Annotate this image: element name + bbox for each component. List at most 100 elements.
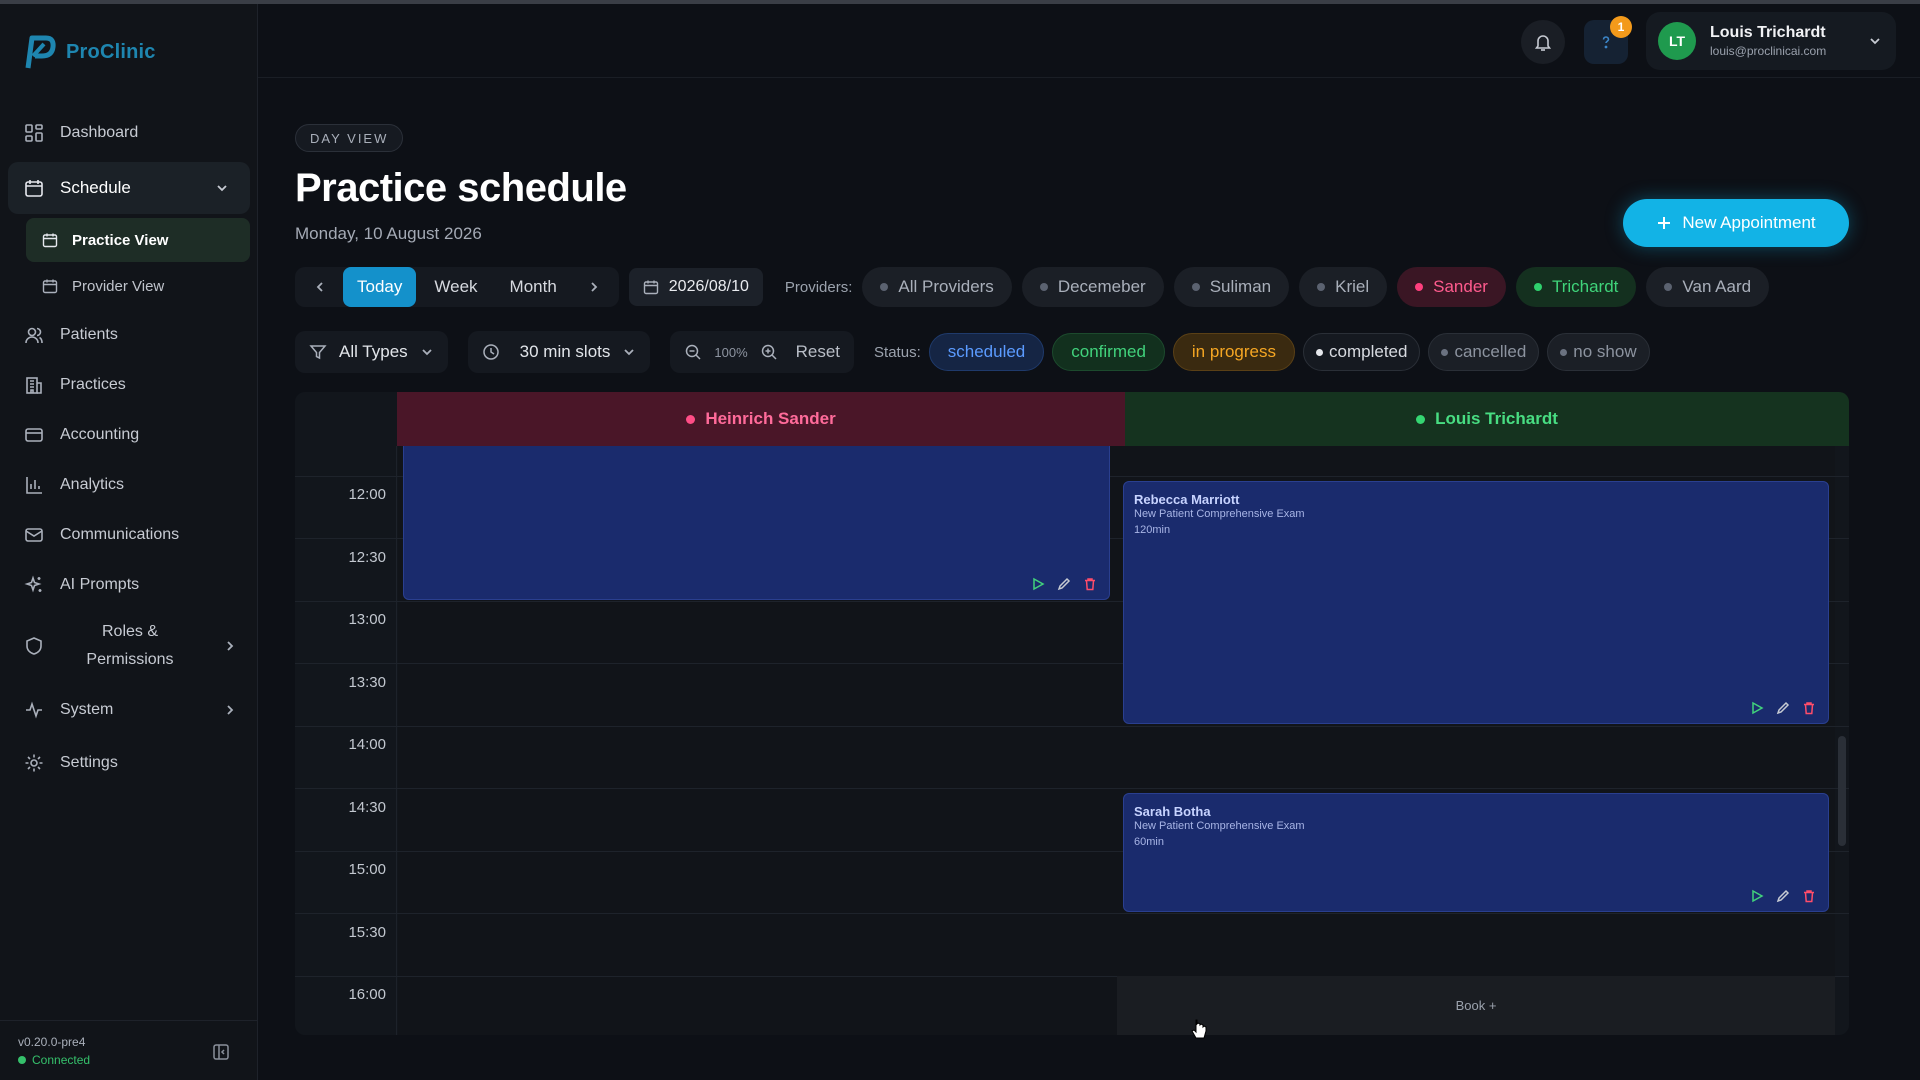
- status-filter-cancelled[interactable]: cancelled: [1428, 333, 1540, 371]
- app-logo[interactable]: ProClinic: [24, 34, 156, 70]
- slot-size-select[interactable]: 30 min slots: [467, 331, 651, 373]
- new-appointment-label: New Appointment: [1682, 213, 1816, 232]
- sidebar-item-provider-view[interactable]: Provider View: [26, 264, 250, 308]
- trash-icon[interactable]: [1802, 889, 1816, 903]
- edit-icon[interactable]: [1057, 577, 1071, 591]
- status-label-text: completed: [1329, 342, 1408, 361]
- provider-filter-sander[interactable]: Sander: [1397, 267, 1506, 307]
- zoom-in-icon[interactable]: [760, 343, 778, 361]
- provider-label: Decemeber: [1057, 277, 1146, 296]
- chevron-down-icon: [1870, 38, 1880, 45]
- edit-icon[interactable]: [1776, 889, 1790, 903]
- notifications-button[interactable]: [1521, 20, 1565, 64]
- appointment-patient: Rebecca Marriott: [1134, 492, 1240, 507]
- sidebar-item-schedule[interactable]: Schedule: [8, 162, 250, 214]
- appointment-card[interactable]: Rebecca Marriott New Patient Comprehensi…: [1123, 481, 1829, 724]
- user-email: louis@proclinicai.com: [1710, 44, 1827, 58]
- sidebar-item-accounting[interactable]: Accounting: [0, 410, 258, 460]
- filter-icon: [309, 345, 327, 360]
- sidebar-item-dashboard[interactable]: Dashboard: [0, 108, 258, 158]
- provider-label: Sander: [1433, 277, 1488, 296]
- appointment-duration: 120min: [1134, 524, 1171, 536]
- week-button[interactable]: Week: [420, 267, 491, 307]
- time-label: 14:30: [348, 799, 386, 816]
- status-dot-icon: [1316, 348, 1324, 356]
- play-icon[interactable]: [1031, 577, 1045, 591]
- time-label: 12:00: [348, 486, 386, 503]
- edit-icon[interactable]: [1776, 701, 1790, 715]
- users-icon: [25, 327, 43, 344]
- sidebar-item-label: Roles & Permissions: [60, 618, 200, 674]
- provider-filter-all[interactable]: All Providers: [862, 267, 1012, 307]
- sidebar-item-communications[interactable]: Communications: [0, 510, 258, 560]
- sidebar-item-patients[interactable]: Patients: [0, 310, 258, 360]
- chevron-down-icon: [422, 349, 432, 356]
- user-menu[interactable]: LT Louis Trichardt louis@proclinicai.com: [1646, 12, 1896, 70]
- calendar-corner: [295, 392, 397, 446]
- calendar-icon: [42, 279, 58, 294]
- time-label: 15:00: [348, 861, 386, 878]
- sidebar-item-roles-permissions[interactable]: Roles & Permissions: [0, 610, 258, 682]
- sidebar-item-label: System: [60, 701, 114, 718]
- sidebar-collapse-icon[interactable]: [212, 1043, 230, 1061]
- grid-line: [295, 726, 1849, 727]
- column-header-label: Heinrich Sander: [705, 409, 836, 428]
- appointment-block[interactable]: [403, 446, 1110, 600]
- book-slot[interactable]: Book +: [1117, 976, 1835, 1035]
- provider-dot-icon: [880, 283, 889, 291]
- sidebar-item-system[interactable]: System: [0, 682, 258, 738]
- zoom-controls: 100% Reset: [670, 331, 855, 373]
- provider-filter-decemeber[interactable]: Decemeber: [1021, 267, 1164, 307]
- sidebar-item-practices[interactable]: Practices: [0, 360, 258, 410]
- avatar: LT: [1658, 22, 1696, 60]
- appointment-card[interactable]: Sarah Botha New Patient Comprehensive Ex…: [1123, 793, 1829, 912]
- chevron-right-icon: [227, 641, 234, 651]
- status-filter-in-progress[interactable]: in progress: [1172, 333, 1296, 371]
- trash-icon[interactable]: [1083, 577, 1097, 591]
- providers-label: Providers:: [784, 278, 853, 296]
- time-label: 13:30: [348, 674, 386, 691]
- play-icon[interactable]: [1750, 889, 1764, 903]
- type-filter-select[interactable]: All Types: [295, 331, 448, 373]
- sidebar-item-ai-prompts[interactable]: AI Prompts: [0, 560, 258, 610]
- date-value: 2026/08/10: [668, 278, 749, 295]
- status-filter-confirmed[interactable]: confirmed: [1052, 333, 1165, 371]
- today-button[interactable]: Today: [343, 267, 417, 307]
- provider-dot-icon: [1416, 414, 1426, 424]
- time-label: 12:30: [348, 549, 386, 566]
- provider-label: Suliman: [1209, 277, 1272, 296]
- provider-dot-icon: [1415, 283, 1424, 291]
- provider-filter-trichardt[interactable]: Trichardt: [1515, 267, 1637, 307]
- provider-filter-suliman[interactable]: Suliman: [1173, 267, 1290, 307]
- status-filter-no-show[interactable]: no show: [1547, 333, 1650, 371]
- sidebar-item-practice-view[interactable]: Practice View: [26, 218, 250, 262]
- play-icon[interactable]: [1750, 701, 1764, 715]
- provider-label: Trichardt: [1551, 277, 1619, 296]
- grid-line: [295, 788, 1849, 789]
- calendar-scrollbar[interactable]: [1838, 736, 1846, 846]
- plus-icon: [1658, 217, 1671, 229]
- status-filter-completed[interactable]: completed: [1303, 333, 1421, 371]
- provider-filter-kriel[interactable]: Kriel: [1299, 267, 1388, 307]
- time-label: 16:00: [348, 986, 386, 1003]
- status-filter-scheduled[interactable]: scheduled: [928, 333, 1045, 371]
- sidebar-item-label: Communications: [60, 526, 180, 543]
- time-label: 14:00: [348, 736, 386, 753]
- sidebar-footer: v0.20.0-pre4 Connected: [0, 1020, 258, 1080]
- next-day-button[interactable]: [575, 267, 613, 307]
- reset-zoom-button[interactable]: Reset: [796, 342, 840, 362]
- grid-line: [295, 913, 1849, 914]
- appointment-actions: [1031, 577, 1097, 591]
- appointment-patient: Sarah Botha: [1134, 804, 1211, 819]
- previous-day-button[interactable]: [301, 267, 339, 307]
- top-header: 1 LT Louis Trichardt louis@proclinicai.c…: [258, 4, 1920, 78]
- provider-filter-van-aard[interactable]: Van Aard: [1646, 267, 1770, 307]
- month-button[interactable]: Month: [496, 267, 571, 307]
- zoom-out-icon[interactable]: [684, 343, 702, 361]
- sidebar-item-analytics[interactable]: Analytics: [0, 460, 258, 510]
- new-appointment-button[interactable]: New Appointment: [1623, 199, 1849, 247]
- provider-dot-icon: [1533, 283, 1542, 291]
- date-picker[interactable]: 2026/08/10: [628, 268, 763, 306]
- sidebar-item-settings[interactable]: Settings: [0, 738, 258, 788]
- trash-icon[interactable]: [1802, 701, 1816, 715]
